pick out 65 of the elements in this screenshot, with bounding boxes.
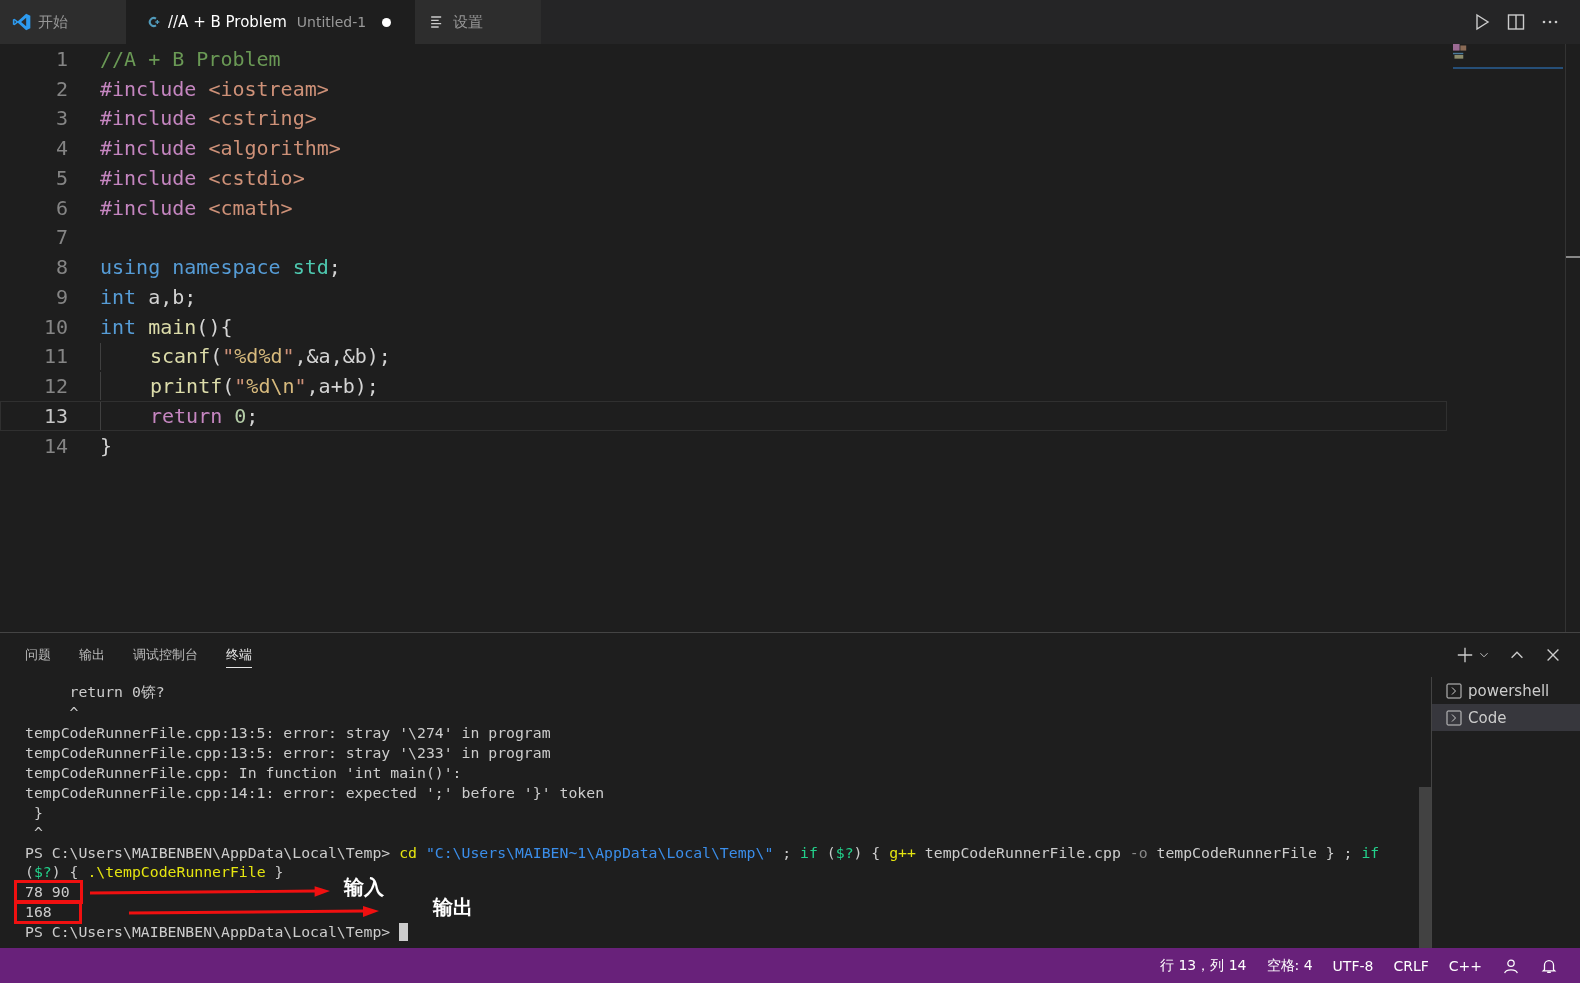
- code-line: #include <cmath>: [100, 195, 293, 220]
- terminal-line: tempCodeRunnerFile.cpp:13:5: error: stray '\233' in program: [25, 744, 551, 762]
- code-line: }: [100, 433, 113, 458]
- terminal-line: PS C:\Users\MAIBENBEN\AppData\Local\Temp>: [25, 923, 392, 941]
- terminal-line: 78 90: [17, 882, 80, 901]
- code-line: #include <cstring>: [100, 106, 317, 131]
- line-number: 7: [54, 225, 69, 250]
- editor-tab[interactable]: //A + B Problem Untitled-1: [126, 0, 416, 44]
- line-number: 9: [54, 284, 69, 309]
- line-number: 5: [54, 165, 69, 190]
- status-item[interactable]: C++: [1448, 957, 1482, 974]
- line-number: 10: [42, 314, 69, 339]
- terminal-line: tempCodeRunnerFile.cpp:13:5: error: stray '\274' in program: [25, 724, 551, 742]
- editor-tab[interactable]: 开始: [0, 0, 126, 44]
- terminal-line: ^: [68, 704, 79, 722]
- line-number: 8: [54, 255, 69, 280]
- terminal-line: ($?) { .\tempCodeRunnerFile }: [25, 863, 284, 881]
- terminal-line: }: [32, 803, 43, 821]
- terminal-line: tempCodeRunnerFile.cpp:14:1: error: expected ';' before '}' token: [25, 783, 605, 801]
- split-editor-icon[interactable]: [1506, 12, 1526, 32]
- code-editor-logo-icon: [12, 12, 32, 32]
- panel-tab[interactable]: 输出: [79, 642, 105, 668]
- status-item[interactable]: UTF-8: [1332, 957, 1374, 974]
- code-line: scanf("%d%d",&a,&b);: [150, 344, 391, 369]
- terminal-line: PS C:\Users\MAIBENBEN\AppData\Local\Temp> cd "C:\Users\MAIBEN~1\AppData\Local\Temp\" ; if ($?) { g++ tempCodeRunnerFile.cpp -o tempCodeRunnerFile } ; if: [25, 843, 1380, 861]
- code-line: return 0;: [150, 403, 259, 428]
- line-number: 11: [42, 344, 69, 369]
- code-line: int main(){: [100, 314, 233, 339]
- code-line: using namespace std;: [100, 255, 341, 280]
- status-item[interactable]: 空格: 4: [1266, 956, 1313, 975]
- annotation-label: 输出: [433, 894, 473, 922]
- code-line: //A + B Problem: [100, 46, 281, 71]
- terminal-line: ^: [32, 823, 43, 841]
- terminal-line: 168: [17, 902, 79, 921]
- code-line: #include <iostream>: [100, 76, 329, 101]
- unsaved-dot-icon[interactable]: [382, 17, 392, 27]
- line-number: 4: [54, 136, 69, 161]
- line-number: 14: [42, 433, 69, 458]
- annotation-label: 输入: [343, 874, 384, 902]
- code-line: printf("%d\n",a+b);: [150, 374, 379, 399]
- line-number: 6: [54, 195, 69, 220]
- editor-tab[interactable]: 设置: [415, 0, 542, 44]
- terminal-icon: [1446, 682, 1462, 699]
- scrollbar-marker: [1566, 256, 1580, 258]
- terminal-session[interactable]: Code: [1432, 704, 1580, 731]
- status-item[interactable]: 行 13，列 14: [1159, 956, 1247, 975]
- panel-tab[interactable]: 终端: [226, 642, 252, 668]
- panel-tab[interactable]: 问题: [25, 642, 51, 668]
- panel-tab[interactable]: 调试控制台: [133, 642, 198, 668]
- terminal-session[interactable]: powershell: [1432, 677, 1580, 704]
- plus-icon[interactable]: [1456, 646, 1474, 664]
- terminal-icon: [1446, 709, 1462, 726]
- line-number: 1: [54, 46, 69, 71]
- code-line: int a,b;: [100, 284, 197, 309]
- line-number: 3: [54, 106, 69, 131]
- line-number: 2: [54, 76, 69, 101]
- scrollbar-thumb[interactable]: [1419, 787, 1431, 948]
- terminal-line: return 0锛?: [68, 683, 165, 703]
- line-number: 12: [42, 374, 69, 399]
- code-line: #include <algorithm>: [100, 136, 341, 161]
- terminal-line: tempCodeRunnerFile.cpp: In function 'int main()':: [25, 764, 462, 781]
- line-number: 13: [42, 403, 69, 428]
- code-line: #include <cstdio>: [100, 165, 305, 190]
- cpp-file-icon: [146, 14, 162, 30]
- status-item[interactable]: CRLF: [1393, 957, 1429, 974]
